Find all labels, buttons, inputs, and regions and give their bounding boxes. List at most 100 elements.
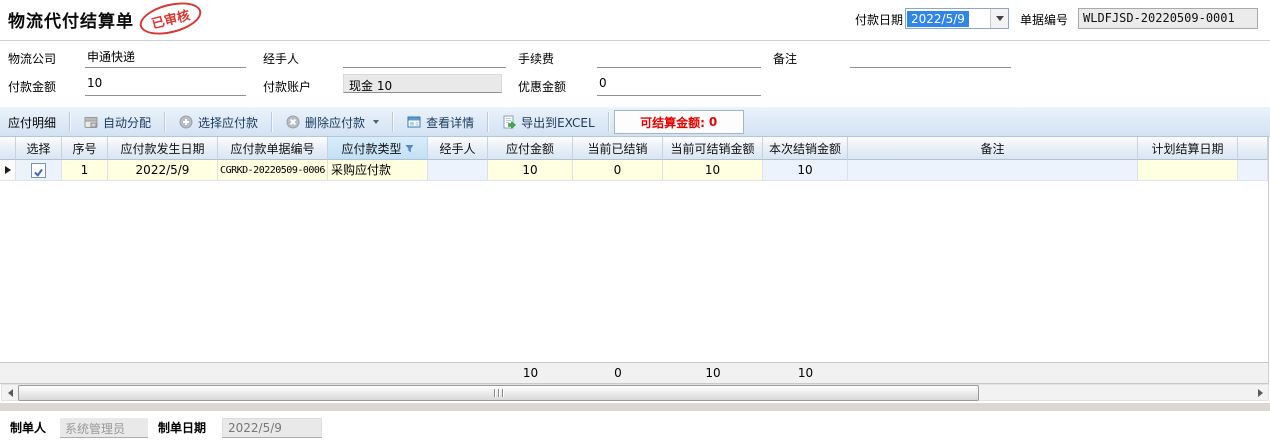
column-header-doc_no[interactable]: 应付款单据编号	[218, 137, 328, 160]
column-header-label: 选择	[26, 140, 50, 157]
column-header-label: 经手人	[439, 140, 475, 157]
filter-icon[interactable]	[405, 144, 414, 153]
pay-amount-field[interactable]: 10	[85, 74, 246, 96]
discount-field[interactable]: 0	[597, 74, 761, 96]
column-header-settled[interactable]: 当前已结销	[573, 137, 663, 160]
plus-circle-icon	[179, 115, 193, 129]
cell-select[interactable]	[16, 160, 62, 181]
column-header-this_settle[interactable]: 本次结销金额	[763, 137, 848, 160]
column-header-remark[interactable]: 备注	[848, 137, 1138, 160]
pay-date-combobox[interactable]: 2022/5/9	[905, 8, 1009, 29]
auto-allocate-button[interactable]: 自动分配	[75, 110, 160, 134]
header-divider	[0, 40, 1270, 41]
summary-cell-settleable: 10	[663, 366, 763, 380]
pay-account-label: 付款账户	[263, 77, 311, 98]
panel-bottom-strip	[0, 403, 1270, 411]
payables-grid: 选择 序号 应付款发生日期 应付款单据编号应付款类型经手人 应付金额 当前已结销当前可结销…	[0, 137, 1269, 384]
column-header-tail	[1238, 137, 1268, 160]
grid-empty-area	[0, 181, 1268, 362]
doc-no-field[interactable]: WLDFJSD-20220509-0001	[1078, 8, 1258, 29]
column-header-label: 应付金额	[506, 140, 554, 157]
toolbar-separator	[487, 112, 489, 132]
fee-label: 手续费	[518, 49, 554, 70]
column-header-handler[interactable]: 经手人	[428, 137, 488, 160]
pay-account-field[interactable]: 现金 10	[343, 74, 502, 93]
column-header-occur_date[interactable]: 应付款发生日期	[108, 137, 218, 160]
column-header-select[interactable]: 选择	[16, 137, 62, 160]
create-date-value: 2022/5/9	[222, 418, 322, 438]
scrollbar-grip-icon	[494, 389, 504, 397]
cell-handler[interactable]	[428, 160, 488, 181]
logistics-company-field[interactable]: 申通快递	[85, 46, 246, 68]
cell-indicator	[0, 160, 16, 181]
cell-remark[interactable]	[848, 160, 1138, 181]
page-title: 物流代付结算单	[8, 7, 134, 32]
summary-cell-settled: 0	[573, 366, 663, 380]
toolbar: 应付明细 自动分配 选择应付款 删除应付款	[0, 107, 1270, 137]
summary-cell-amount: 10	[488, 366, 573, 380]
chevron-down-icon	[373, 120, 379, 124]
column-header-label: 序号	[72, 140, 96, 157]
horizontal-scrollbar[interactable]	[1, 384, 1269, 401]
detail-panel-icon	[407, 115, 421, 129]
column-header-amount[interactable]: 应付金额	[488, 137, 573, 160]
handler-field[interactable]	[343, 46, 506, 68]
scrollbar-thumb[interactable]	[18, 385, 979, 401]
cell-plan_date[interactable]	[1138, 160, 1238, 181]
cell-occur_date[interactable]: 2022/5/9	[108, 160, 218, 181]
logistics-settlement-window: 物流代付结算单 已审核 付款日期 2022/5/9 单据编号 WLDFJSD-2…	[0, 0, 1270, 442]
checkbox-check-icon	[33, 167, 44, 178]
column-header-settleable[interactable]: 当前可结销金额	[663, 137, 763, 160]
select-payable-button[interactable]: 选择应付款	[170, 110, 267, 134]
column-header-label: 当前可结销金额	[670, 140, 754, 157]
excel-export-icon	[502, 115, 516, 129]
column-header-indicator	[0, 137, 16, 160]
grid-summary-row: 1001010	[0, 362, 1268, 384]
cell-settled[interactable]: 0	[573, 160, 663, 181]
view-details-button[interactable]: 查看详情	[398, 110, 483, 134]
arrow-right-icon	[1258, 389, 1263, 397]
summary-cell-this_settle: 10	[763, 366, 848, 380]
auto-allocate-icon	[84, 115, 98, 129]
cell-this_settle[interactable]: 10	[763, 160, 848, 181]
cell-amount[interactable]: 10	[488, 160, 573, 181]
settleable-amount-badge: 可结算金额: 0	[614, 110, 744, 134]
settleable-amount-value: 0	[709, 115, 717, 129]
pay-date-dropdown-button[interactable]	[990, 9, 1008, 28]
auto-allocate-label: 自动分配	[103, 114, 151, 131]
export-excel-button[interactable]: 导出到EXCEL	[493, 110, 604, 134]
delete-payable-button[interactable]: 删除应付款	[277, 110, 388, 134]
logistics-company-label: 物流公司	[8, 49, 56, 70]
column-header-label: 应付款发生日期	[120, 140, 204, 157]
grid-data-row[interactable]: 12022/5/9CGRKD-20220509-0006采购应付款1001010	[0, 160, 1268, 181]
pay-date-value[interactable]: 2022/5/9	[907, 11, 969, 27]
pay-amount-label: 付款金额	[8, 77, 56, 98]
toolbar-separator	[392, 112, 394, 132]
toolbar-separator	[608, 112, 610, 132]
column-header-plan_date[interactable]: 计划结算日期	[1138, 137, 1238, 160]
fee-field[interactable]	[597, 46, 761, 68]
row-checkbox[interactable]	[31, 163, 46, 178]
export-excel-label: 导出到EXCEL	[521, 114, 595, 131]
delete-payable-label: 删除应付款	[305, 114, 365, 131]
chevron-down-icon	[996, 16, 1004, 21]
settleable-amount-label: 可结算金额:	[640, 114, 705, 131]
column-header-type[interactable]: 应付款类型	[328, 137, 428, 160]
creator-label: 制单人	[10, 418, 46, 438]
column-header-label: 应付款单据编号	[230, 140, 314, 157]
scroll-left-button[interactable]	[2, 385, 18, 400]
cell-settleable[interactable]: 10	[663, 160, 763, 181]
cell-type[interactable]: 采购应付款	[328, 160, 428, 181]
cell-tail	[1238, 160, 1268, 181]
cell-doc_no[interactable]: CGRKD-20220509-0006	[218, 160, 328, 181]
toolbar-separator	[69, 112, 71, 132]
column-header-label: 计划结算日期	[1151, 140, 1223, 157]
column-header-label: 本次结销金额	[769, 140, 841, 157]
doc-no-label: 单据编号	[1020, 10, 1068, 31]
scroll-right-button[interactable]	[1252, 385, 1268, 400]
discount-label: 优惠金额	[518, 77, 566, 98]
tab-payable-details[interactable]: 应付明细	[8, 114, 56, 131]
cell-seq[interactable]: 1	[62, 160, 108, 181]
remark-field[interactable]	[850, 46, 1011, 68]
column-header-seq[interactable]: 序号	[62, 137, 108, 160]
